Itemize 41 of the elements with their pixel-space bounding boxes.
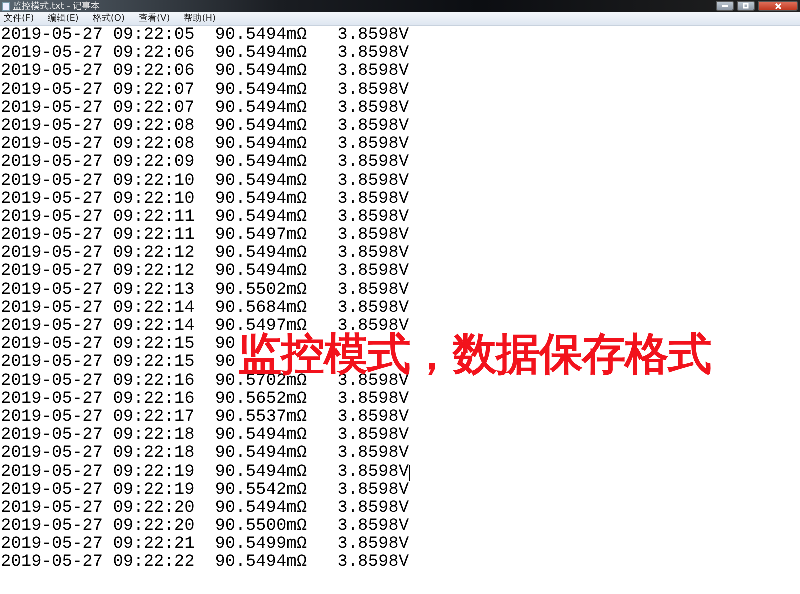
text-line: 2019-05-27 09:22:17 90.5537mΩ 3.8598V	[1, 408, 410, 428]
text-line: 2019-05-27 09:22:06 90.5494mΩ 3.8598V	[1, 45, 410, 64]
text-line: 2019-05-27 09:22:19 90.5494mΩ 3.8598V	[1, 464, 410, 482]
close-icon	[774, 2, 782, 10]
text-line: 2019-05-27 09:22:21 90.5499mΩ 3.8598V	[1, 536, 410, 554]
text-line: 2019-05-27 09:22:11 90.5497mΩ 3.8598V	[1, 227, 410, 246]
text-line: 2019-05-27 09:22:15 90	[1, 336, 236, 354]
text-line: 2019-05-27 09:22:14 90.5684mΩ 3.8598V	[1, 300, 410, 318]
text-line: 2019-05-27 09:22:15 90	[1, 354, 236, 373]
text-line: 2019-05-27 09:22:18 90.5494mΩ 3.8598V	[1, 427, 410, 446]
text-line: 2019-05-27 09:22:18 90.5494mΩ 3.8598V	[1, 445, 410, 464]
menu-item[interactable]: 编辑(E)	[48, 12, 79, 25]
maximize-icon	[743, 3, 749, 9]
text-line: 2019-05-27 09:22:08 90.5494mΩ 3.8598V	[1, 136, 410, 154]
text-line: 2019-05-27 09:22:07 90.5494mΩ 3.8598V	[1, 100, 410, 118]
text-line: 2019-05-27 09:22:19 90.5542mΩ 3.8598V	[1, 482, 410, 500]
text-line: 2019-05-27 09:22:12 90.5494mΩ 3.8598V	[1, 263, 410, 282]
text-line: 2019-05-27 09:22:10 90.5494mΩ 3.8598V	[1, 190, 410, 209]
window-title: 监控模式.txt - 记事本	[13, 0, 100, 12]
text-line: 2019-05-27 09:22:06 90.5494mΩ 3.8598V	[1, 63, 410, 82]
text-line: 2019-05-27 09:22:08 90.5494mΩ 3.8598V	[1, 118, 410, 136]
maximize-button[interactable]	[737, 1, 755, 11]
minimize-icon	[722, 5, 728, 7]
menu-item[interactable]: 查看(V)	[139, 12, 170, 25]
text-line: 2019-05-27 09:22:16 90.5652mΩ 3.8598V	[1, 390, 410, 409]
text-line: 2019-05-27 09:22:20 90.5494mΩ 3.8598V	[1, 500, 410, 518]
minimize-button[interactable]	[716, 1, 734, 11]
text-line: 2019-05-27 09:22:07 90.5494mΩ 3.8598V	[1, 82, 410, 100]
text-line: 2019-05-27 09:22:10 90.5494mΩ 3.8598V	[1, 172, 410, 191]
menu-item[interactable]: 格式(O)	[92, 12, 126, 25]
text-line: 2019-05-27 09:22:11 90.5494mΩ 3.8598V	[1, 208, 410, 228]
close-button[interactable]	[758, 1, 798, 11]
text-line: 2019-05-27 09:22:13 90.5502mΩ 3.8598V	[1, 282, 410, 300]
notepad-icon	[2, 2, 10, 10]
text-line: 2019-05-27 09:22:20 90.5500mΩ 3.8598V	[1, 518, 410, 536]
text-line: 2019-05-27 09:22:05 90.5494mΩ 3.8598V	[1, 27, 410, 46]
text-line: 2019-05-27 09:22:12 90.5494mΩ 3.8598V	[1, 245, 410, 264]
menu-item[interactable]: 文件(F)	[4, 12, 34, 25]
text-line: 2019-05-27 09:22:09 90.5494mΩ 3.8598V	[1, 154, 410, 173]
text-line: 2019-05-27 09:22:22 90.5494mΩ 3.8598V	[1, 554, 410, 573]
menu-item[interactable]: 帮助(H)	[184, 12, 216, 25]
